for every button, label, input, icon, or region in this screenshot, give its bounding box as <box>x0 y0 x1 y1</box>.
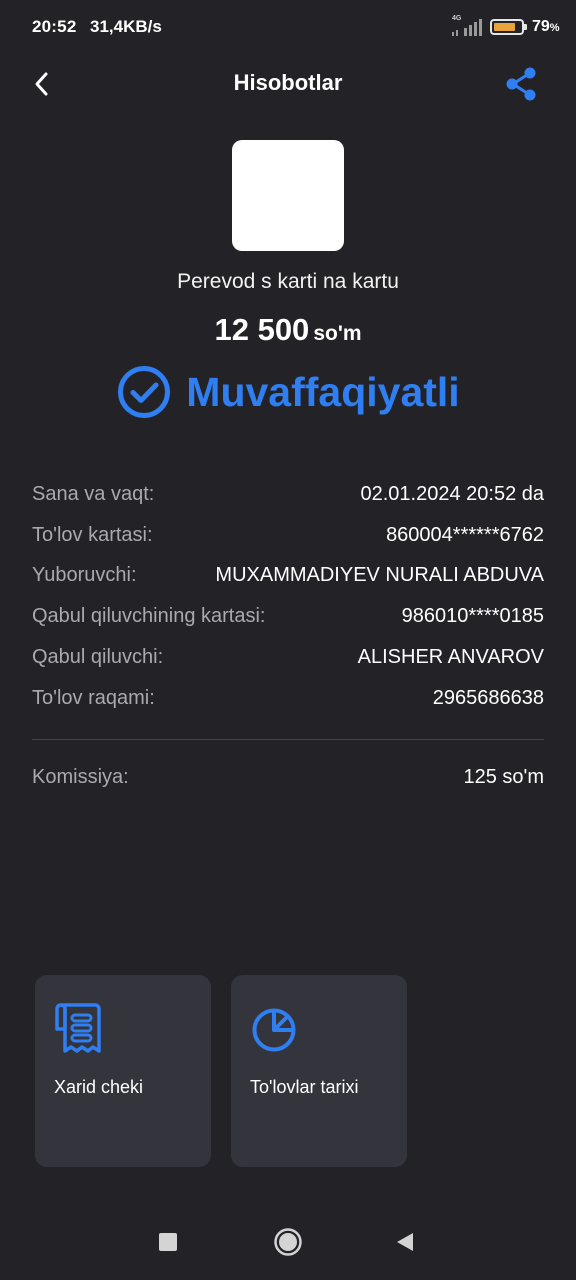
detail-row-recipient: Qabul qiluvchi: ALISHER ANVAROV <box>32 637 544 678</box>
status-network-speed: 31,4KB/s <box>90 17 162 36</box>
amount-currency: so'm <box>313 322 362 345</box>
share-button[interactable] <box>502 64 540 104</box>
recent-apps-button[interactable] <box>159 1233 177 1251</box>
fee-row: Komissiya: 125 so'm <box>32 766 544 789</box>
detail-row-sender: Yuboruvchi: MUXAMMADIYEV NURALI ABDUVA <box>32 556 544 597</box>
detail-label: To'lov kartasi: <box>32 523 153 546</box>
fee-value: 125 so'm <box>463 766 544 788</box>
status-time: 20:52 <box>32 17 77 36</box>
battery-icon <box>490 19 527 35</box>
detail-value: 860004******6762 <box>386 523 544 546</box>
status-text: Muvaffaqiyatli <box>186 368 460 415</box>
detail-label: Yuboruvchi: <box>32 564 137 587</box>
transaction-type: Perevod s karti na kartu <box>177 270 399 293</box>
divider <box>32 739 544 740</box>
detail-row-recipient-card: Qabul qiluvchining kartasi: 986010****01… <box>32 596 544 637</box>
page-title: Hisobotlar <box>233 70 343 95</box>
detail-value: ALISHER ANVAROV <box>357 646 544 669</box>
detail-value: 2965686638 <box>432 686 544 709</box>
receipt-button-label: Xarid cheki <box>54 1077 144 1097</box>
receipt-button[interactable]: Xarid cheki <box>35 975 211 1167</box>
detail-value: 986010****0185 <box>401 605 544 628</box>
detail-value: MUXAMMADIYEV NURALI ABDUVA <box>215 564 544 587</box>
transaction-amount: 12 500 so'm <box>0 312 576 348</box>
merchant-logo <box>232 140 344 251</box>
detail-label: Sana va vaqt: <box>32 482 155 505</box>
receipt-icon <box>55 1003 101 1053</box>
battery-percent: 79% <box>532 18 560 35</box>
status-row: Muvaffaqiyatli <box>0 364 576 420</box>
payment-history-button[interactable]: To'lovlar tarixi <box>231 975 407 1167</box>
nav-back-button[interactable] <box>394 1231 416 1253</box>
detail-label: Qabul qiluvchi: <box>32 646 164 669</box>
detail-row-payment-card: To'lov kartasi: 860004******6762 <box>32 515 544 556</box>
detail-label: To'lov raqami: <box>32 686 155 709</box>
detail-row-payment-number: To'lov raqami: 2965686638 <box>32 678 544 719</box>
transaction-details: Sana va vaqt: 02.01.2024 20:52 da To'lov… <box>32 474 544 719</box>
fee-label: Komissiya: <box>32 766 129 788</box>
status-bar: 20:52 31,4KB/s 4G 79% <box>0 0 576 56</box>
detail-row-date: Sana va vaqt: 02.01.2024 20:52 da <box>32 474 544 515</box>
pie-chart-icon <box>252 1008 296 1052</box>
detail-value: 02.01.2024 20:52 da <box>360 482 544 505</box>
amount-value: 12 500 <box>214 312 310 347</box>
share-icon <box>506 67 536 101</box>
home-button[interactable] <box>273 1227 303 1257</box>
detail-label: Qabul qiluvchining kartasi: <box>32 605 266 628</box>
check-circle-icon <box>118 366 171 418</box>
signal-icon <box>452 19 482 36</box>
battery-fill <box>494 23 515 31</box>
payment-history-button-label: To'lovlar tarixi <box>250 1077 359 1097</box>
